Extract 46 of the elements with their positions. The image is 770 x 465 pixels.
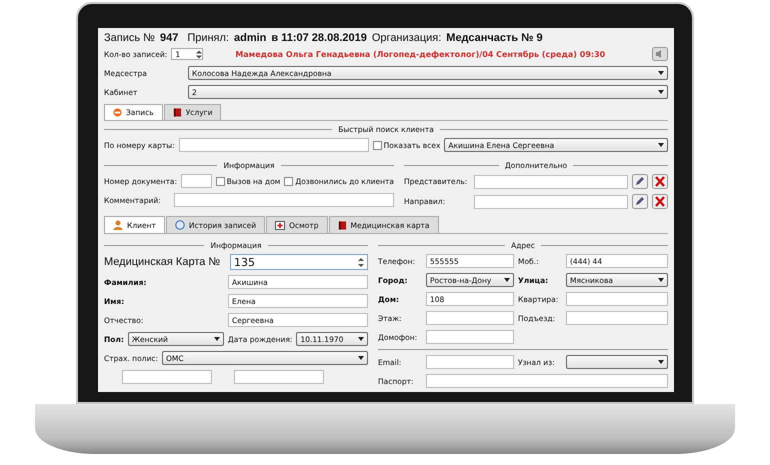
dropdown-arrow-icon[interactable] (658, 143, 664, 147)
accepted-label: Принял: (187, 32, 229, 44)
document-number-field[interactable] (181, 174, 212, 188)
circle-icon (174, 220, 185, 230)
appointment-text: Мамедова Ольга Генадьевна (Логопед-дефектолог)/04 Сентябрь (среда) 09:30 (235, 50, 606, 58)
pencil-icon[interactable] (632, 174, 648, 189)
dropdown-arrow-icon[interactable] (504, 278, 510, 282)
medical-card-spinner[interactable]: 135 (230, 254, 368, 270)
extra-field[interactable] (474, 194, 628, 208)
book-icon (172, 108, 182, 117)
dropdown-arrow-icon[interactable] (358, 356, 364, 360)
pencil-icon[interactable] (632, 194, 648, 209)
person-icon (113, 220, 123, 230)
dropdown-arrow-icon[interactable] (658, 278, 664, 282)
extra-field[interactable] (474, 174, 628, 188)
record-label: Запись № (104, 32, 155, 44)
delete-icon[interactable] (652, 194, 668, 209)
organization-name: Медсанчасть № 9 (446, 32, 543, 44)
text-field[interactable] (426, 330, 514, 344)
text-field[interactable] (426, 311, 514, 325)
text-field[interactable] (426, 355, 514, 369)
minus-circle-icon (113, 108, 122, 117)
book-icon (338, 220, 346, 230)
text-field[interactable] (122, 370, 212, 384)
passport-field[interactable] (426, 374, 668, 388)
text-field[interactable] (566, 292, 668, 306)
delete-icon[interactable] (652, 174, 668, 189)
dropdown-arrow-icon[interactable] (358, 337, 364, 341)
spinner-arrows-icon[interactable] (196, 50, 202, 58)
text-field[interactable] (566, 311, 668, 325)
card-number-field[interactable] (178, 138, 369, 152)
select-field[interactable] (566, 355, 668, 369)
accepted-user: admin (234, 32, 266, 44)
record-number: 947 (160, 32, 178, 44)
comment-field[interactable] (174, 193, 394, 207)
speaker-icon[interactable] (652, 47, 668, 61)
dropdown-arrow-icon[interactable] (658, 360, 664, 364)
spinner-arrows-icon[interactable] (358, 256, 364, 268)
accepted-time: в 11:07 28.08.2019 (271, 32, 367, 44)
dropdown-arrow-icon[interactable] (658, 90, 664, 94)
text-field[interactable] (234, 370, 324, 384)
medical-card-label: Медицинская Карта № (104, 256, 222, 268)
organization-label: Организация: (372, 32, 442, 44)
first-aid-kit-icon (275, 220, 286, 230)
dropdown-arrow-icon[interactable] (214, 337, 220, 341)
dropdown-arrow-icon[interactable] (658, 71, 664, 75)
